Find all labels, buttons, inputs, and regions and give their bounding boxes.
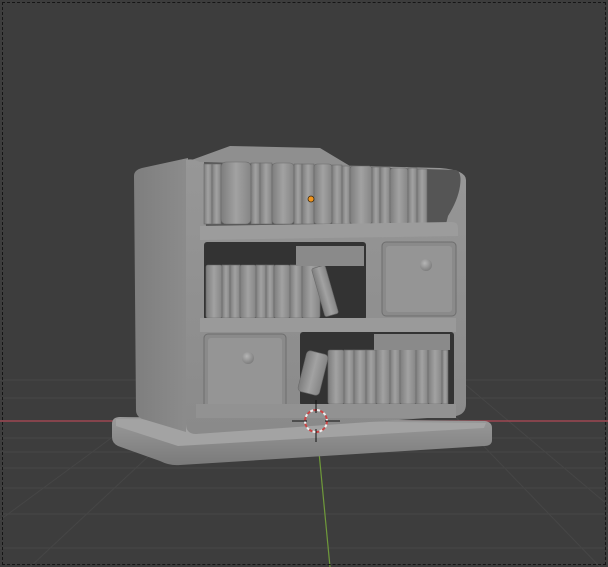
shelf-left-side: [134, 158, 188, 432]
top-shelf-books: [203, 161, 428, 225]
drawer-top-right[interactable]: [381, 241, 457, 317]
shelf-divider-middle: [200, 318, 456, 332]
3d-viewport[interactable]: [0, 0, 608, 567]
drawer-knob-bottom: [242, 352, 254, 364]
drawer-knob-top: [420, 259, 432, 271]
object-origin-dot: [307, 195, 315, 203]
drawer-bottom-left[interactable]: [203, 333, 287, 415]
viewport-canvas[interactable]: [0, 0, 608, 567]
middle-shelf-books: [205, 264, 339, 319]
bookshelf-model[interactable]: [112, 146, 492, 466]
bottom-back-panel: [374, 334, 450, 350]
middle-back-panel: [296, 246, 364, 266]
